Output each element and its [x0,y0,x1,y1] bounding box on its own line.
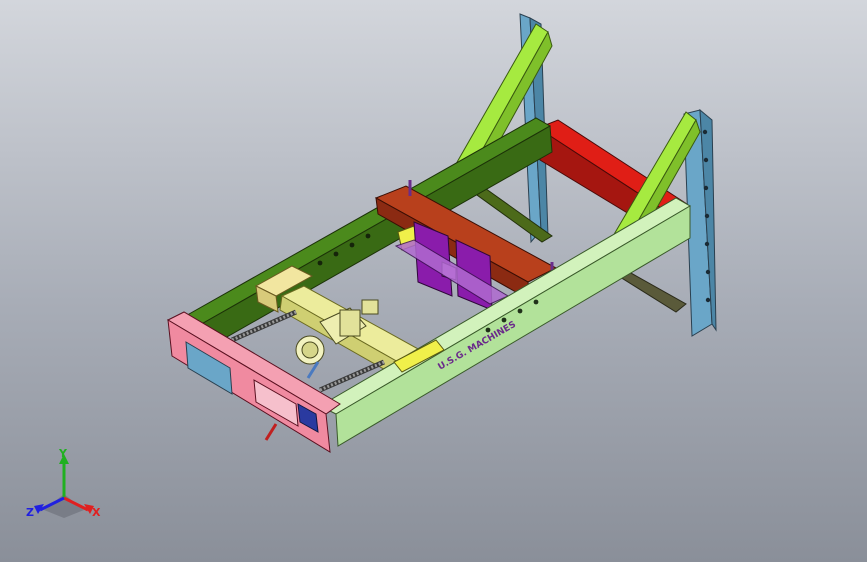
front-plate-pin [264,423,278,441]
coordinate-triad[interactable]: Y X Z [24,448,108,520]
cad-viewport[interactable]: U.S.G. MACHINES Y X Z [0,0,867,562]
x-axis-label: X [92,506,101,519]
assembly-model[interactable]: U.S.G. MACHINES [0,0,867,562]
z-axis-label: Z [26,506,34,519]
y-axis-label: Y [58,448,68,460]
